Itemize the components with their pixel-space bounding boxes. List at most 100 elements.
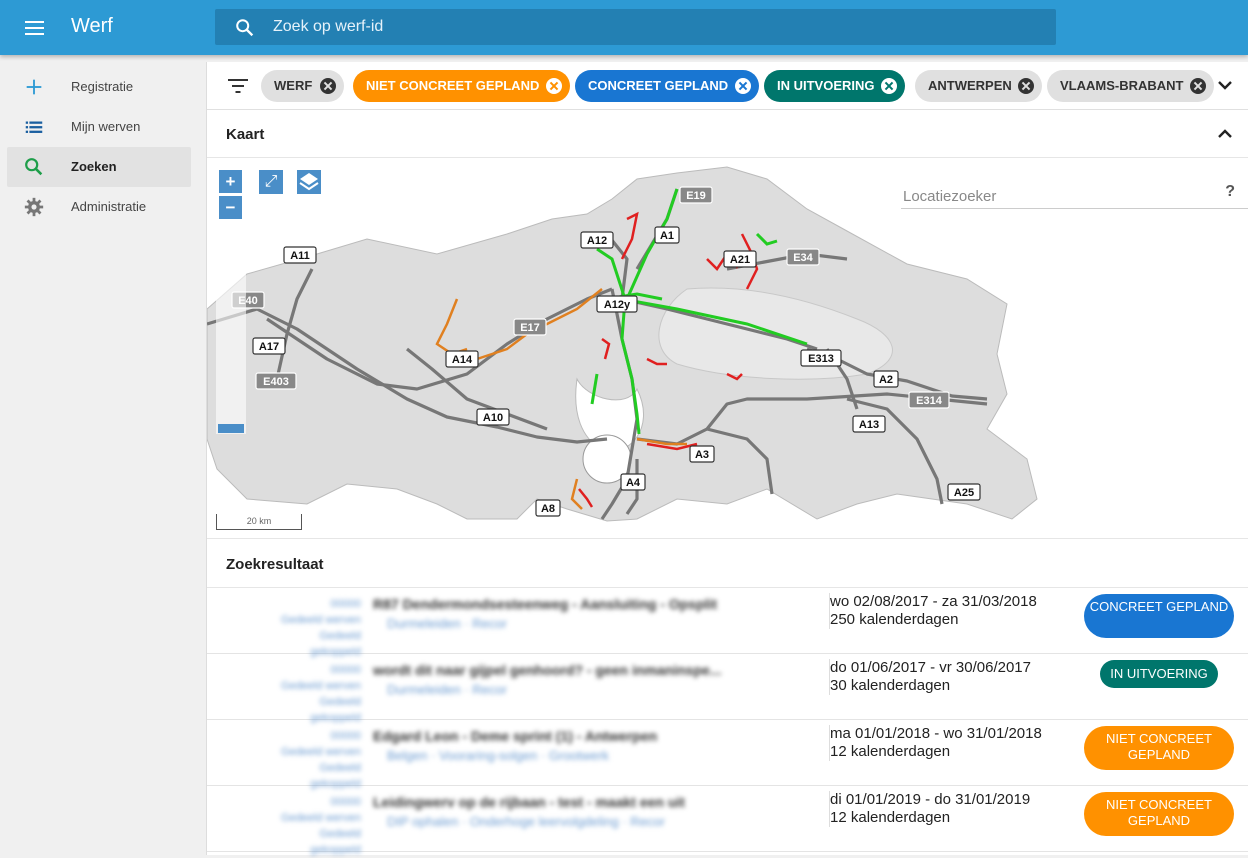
werf-period: wo 02/08/2017 - za 31/03/2018 250 kalend… [829, 593, 1037, 629]
filter-bar: WERF NIET CONCREET GEPLAND CONCREET GEPL… [207, 62, 1248, 110]
remove-chip-icon[interactable] [546, 78, 562, 94]
remove-chip-icon[interactable] [1018, 78, 1034, 94]
svg-text:A12: A12 [587, 235, 607, 247]
chevron-down-icon[interactable] [1217, 78, 1233, 92]
sidebar-item-label: Mijn werven [71, 119, 141, 134]
svg-text:A25: A25 [954, 487, 974, 499]
remove-chip-icon[interactable] [320, 78, 336, 94]
filter-icon[interactable] [227, 78, 249, 94]
road-shield-a4: A4 [620, 473, 646, 491]
road-shield-a12: A12 [580, 231, 614, 249]
road-shield-a17: A17 [252, 337, 286, 355]
road-shield-a11: A11 [283, 246, 317, 264]
menu-icon[interactable] [21, 17, 49, 39]
filter-chip-concreet-gepland: CONCREET GEPLAND [575, 70, 759, 102]
chevron-up-icon[interactable] [1217, 127, 1233, 141]
location-search[interactable]: ? [901, 179, 1248, 209]
filter-chip-vlaams-brabant: VLAAMS-BRABANT [1047, 70, 1214, 102]
road-shield-e34: E34 [786, 248, 820, 266]
remove-chip-icon[interactable] [735, 78, 751, 94]
app-bar: Werf [0, 0, 1248, 55]
svg-text:A1: A1 [660, 230, 674, 242]
sidebar-item-administratie[interactable]: Administratie [7, 187, 191, 227]
road-shield-a14: A14 [445, 350, 479, 368]
road-shield-a2: A2 [873, 370, 899, 388]
road-shield-e19: E19 [679, 186, 713, 204]
map-section-header[interactable]: Kaart [207, 110, 1248, 158]
status-badge: CONCREET GEPLAND [1084, 594, 1234, 638]
road-shield-e314: E314 [908, 391, 950, 409]
results-list: 00000 Gedeeld werven Gedeeld gekoppeld R87 … [207, 588, 1248, 856]
layers-button[interactable] [296, 169, 322, 195]
zoom-slider[interactable] [216, 254, 246, 434]
help-icon[interactable]: ? [1225, 183, 1235, 201]
svg-text:A13: A13 [859, 419, 879, 431]
layers-icon [299, 173, 319, 191]
app-title: Werf [71, 15, 113, 37]
werf-period: di 01/01/2019 - do 31/01/2019 12 kalende… [829, 791, 1031, 827]
filter-chip-werf: WERF [261, 70, 344, 102]
svg-text:A8: A8 [541, 503, 555, 515]
sidebar-item-zoeken[interactable]: Zoeken [7, 147, 191, 187]
svg-text:A4: A4 [626, 477, 641, 489]
svg-text:A11: A11 [290, 250, 310, 262]
road-shield-a3: A3 [689, 445, 715, 463]
status-badge: NIET CONCREET GEPLAND [1084, 726, 1234, 770]
table-row[interactable]: 00000 Gedeeld werven Gedeeld gekoppeld word… [207, 654, 1248, 724]
road-shield-a10: A10 [476, 408, 510, 426]
remove-chip-icon[interactable] [881, 78, 897, 94]
sidebar-item-registratie[interactable]: Registratie [7, 67, 191, 107]
werf-meta: 00000 Gedeeld werven Gedeeld gekoppeld [280, 730, 361, 790]
svg-text:A14: A14 [452, 354, 473, 366]
results-section-header: Zoekresultaat [207, 540, 1248, 588]
fullscreen-button[interactable]: ⤢ [258, 169, 284, 195]
road-shield-a12y: A12y [596, 295, 638, 313]
plus-icon [26, 79, 42, 95]
filter-chip-in-uitvoering: IN UITVOERING [764, 70, 905, 102]
werf-meta: 00000 Gedeeld werven Gedeeld gekoppeld [280, 664, 361, 724]
zoom-slider-handle[interactable] [218, 424, 244, 433]
map[interactable]: A11 E40 A17 E403 A12 A1 E19 A21 E34 A12y E17 A14 A10… [207, 159, 1248, 539]
werf-description: Leidingwerv op de rijbaan - test - maakt… [373, 794, 685, 829]
map-scale: 20 km [216, 514, 302, 530]
werf-meta: 00000 Gedeeld werven Gedeeld gekoppeld [280, 598, 361, 658]
gear-icon [24, 197, 44, 217]
sidebar-item-label: Administratie [71, 199, 147, 214]
svg-text:A12y: A12y [604, 299, 631, 311]
zoom-out-button[interactable]: − [218, 195, 243, 220]
svg-text:E313: E313 [808, 353, 834, 365]
map-section-title: Kaart [226, 126, 265, 143]
svg-text:E19: E19 [686, 190, 706, 202]
road-shield-a13: A13 [852, 415, 886, 433]
werf-description: Edgard Leon - Deme sprint (1) - Antwerpe… [373, 728, 658, 763]
zoom-in-button[interactable]: + [218, 169, 243, 194]
search-icon [25, 158, 43, 176]
search-icon [236, 19, 254, 37]
filter-chip-antwerpen: ANTWERPEN [915, 70, 1042, 102]
sidebar-item-label: Zoeken [71, 159, 117, 174]
table-row[interactable]: 00000 Gedeeld werven Gedeeld gekoppeld Edga… [207, 720, 1248, 790]
werf-meta: 00000 Gedeeld werven Gedeeld gekoppeld [280, 796, 361, 856]
content-panel: WERF NIET CONCREET GEPLAND CONCREET GEPL… [206, 62, 1248, 856]
sidebar-item-label: Registratie [71, 79, 134, 94]
svg-text:A3: A3 [695, 449, 709, 461]
chip-label: IN UITVOERING [777, 78, 875, 93]
status-badge: NIET CONCREET GEPLAND [1084, 792, 1234, 836]
road-shield-e313: E313 [800, 349, 842, 367]
status-badge: IN UITVOERING [1100, 660, 1218, 688]
location-search-input[interactable] [903, 184, 1203, 208]
road-shield-e403: E403 [255, 372, 297, 390]
sidebar-item-mijn-werven[interactable]: Mijn werven [7, 107, 191, 147]
chip-label: CONCREET GEPLAND [588, 78, 729, 93]
remove-chip-icon[interactable] [1190, 78, 1206, 94]
table-row[interactable]: 00000 Gedeeld werven Gedeeld gekoppeld R87 … [207, 588, 1248, 658]
map-canvas[interactable]: A11E40A17E403A12 A1E19A21 E34A12yE17A14A10… [207, 159, 1248, 539]
chip-label: ANTWERPEN [928, 78, 1012, 93]
svg-text:A2: A2 [879, 374, 893, 386]
road-shield-a1: A1 [654, 226, 680, 244]
search-box[interactable] [215, 9, 1056, 45]
svg-text:A21: A21 [730, 254, 750, 266]
search-input[interactable] [273, 9, 1033, 45]
list-icon [25, 121, 43, 133]
table-row[interactable]: 00000 Gedeeld werven Gedeeld gekoppeld Leid… [207, 786, 1248, 856]
